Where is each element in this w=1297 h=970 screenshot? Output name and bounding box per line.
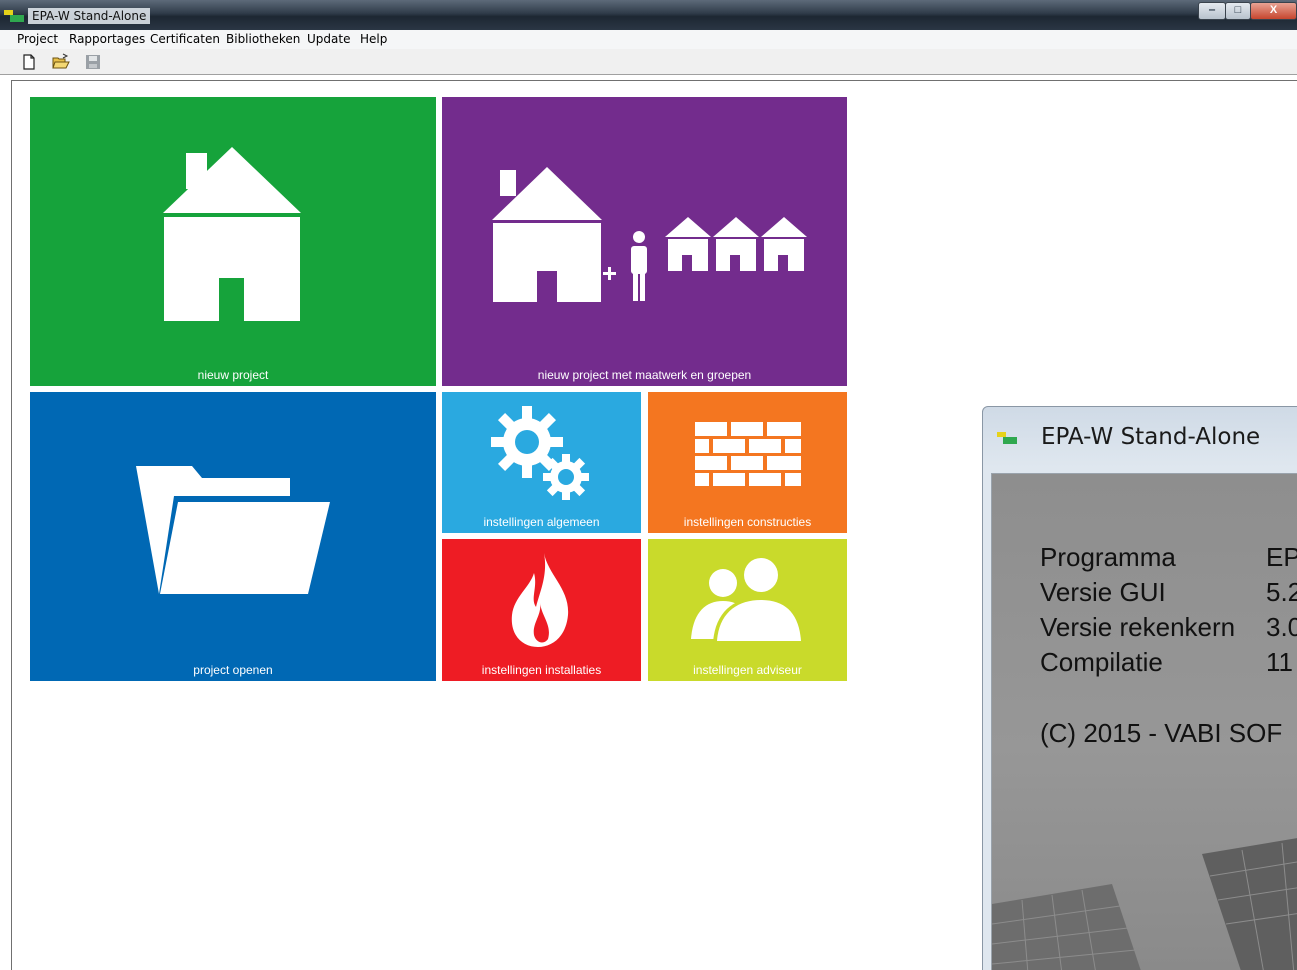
title-bar[interactable]: EPA-W Stand-Alone ‒ □ X [0, 0, 1297, 30]
gears-icon [491, 406, 589, 500]
info-row-versie-rekenkern: Versie rekenkern 3.0 [1040, 612, 1297, 643]
tile-instellingen-adviseur[interactable]: instellingen adviseur [648, 539, 847, 681]
app-icon [997, 432, 1017, 444]
maximize-button[interactable]: □ [1225, 2, 1251, 20]
window-title: EPA-W Stand-Alone [28, 8, 151, 24]
minimize-icon: ‒ [1208, 4, 1216, 16]
menu-bibliotheken[interactable]: Bibliotheken [226, 32, 300, 46]
info-value: 3.0 [1266, 612, 1297, 642]
flame-icon [511, 553, 569, 647]
dialog-title: EPA-W Stand-Alone [1041, 424, 1261, 450]
tile-instellingen-constructies[interactable]: instellingen constructies [648, 392, 847, 533]
tile-label: nieuw project met maatwerk en groepen [537, 368, 752, 382]
copyright-text: (C) 2015 - VABI SOF [1040, 718, 1283, 748]
menu-help[interactable]: Help [360, 32, 387, 46]
maximize-icon: □ [1234, 4, 1242, 16]
tile-label: instellingen algemeen [483, 515, 600, 529]
tile-label: instellingen constructies [683, 515, 812, 529]
tile-instellingen-installaties[interactable]: instellingen installaties [442, 539, 641, 681]
tile-label: instellingen adviseur [693, 663, 802, 677]
info-row-compilatie: Compilatie 11 [1040, 647, 1293, 678]
tile-nieuw-project-maatwerk[interactable]: nieuw project met maatwerk en groepen [442, 97, 847, 386]
tile-label: nieuw project [197, 368, 269, 382]
users-icon [691, 555, 805, 643]
menu-certificaten[interactable]: Certificaten [150, 32, 220, 46]
menu-update[interactable]: Update [307, 32, 350, 46]
house-icon [163, 147, 301, 321]
tile-project-openen[interactable]: project openen [30, 392, 436, 681]
menu-rapportages[interactable]: Rapportages [69, 32, 145, 46]
menu-bar: Project Rapportages Certificaten Bibliot… [0, 30, 1297, 49]
info-value: 11 [1266, 647, 1293, 677]
tile-nieuw-project[interactable]: nieuw project [30, 97, 436, 386]
close-icon: X [1269, 4, 1278, 16]
info-key: Programma [1040, 542, 1176, 572]
open-folder-icon[interactable] [52, 53, 70, 71]
solar-panel-image [992, 838, 1297, 970]
tile-label: project openen [193, 663, 273, 677]
menu-project[interactable]: Project [17, 32, 58, 46]
info-row-programma: Programma EP [1040, 542, 1297, 573]
application-window: EPA-W Stand-Alone ‒ □ X Project Rapporta… [0, 0, 1297, 970]
brick-wall-icon [695, 422, 801, 486]
info-value: 5.2 [1266, 577, 1297, 607]
info-key: Compilatie [1040, 647, 1163, 677]
info-value: EP [1266, 542, 1297, 572]
about-dialog: EPA-W Stand-Alone Programma EP Versie GUI… [982, 406, 1297, 970]
info-row-versie-gui: Versie GUI 5.2 [1040, 577, 1297, 608]
new-document-icon[interactable] [20, 53, 38, 71]
house-person-houses-icon [492, 167, 807, 302]
tile-instellingen-algemeen[interactable]: instellingen algemeen [442, 392, 641, 533]
dialog-body: Programma EP Versie GUI 5.2 Versie rekenke… [991, 473, 1297, 970]
tile-label: instellingen installaties [481, 663, 602, 677]
save-disk-icon[interactable] [84, 53, 102, 71]
toolbar [0, 49, 1297, 75]
app-icon [4, 10, 24, 22]
close-button[interactable]: X [1250, 2, 1297, 20]
info-key: Versie rekenkern [1040, 612, 1236, 642]
folder-icon [136, 466, 330, 594]
minimize-button[interactable]: ‒ [1198, 2, 1226, 20]
info-key: Versie GUI [1040, 577, 1166, 607]
